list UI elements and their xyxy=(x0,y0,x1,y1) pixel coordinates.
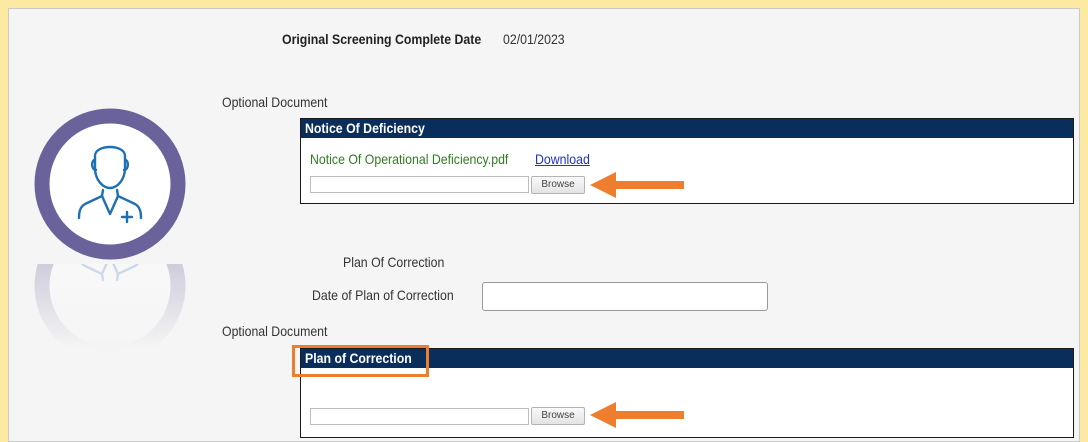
notice-of-deficiency-box: Notice Of Deficiency Notice Of Operation… xyxy=(300,118,1074,204)
notice-of-deficiency-header: Notice Of Deficiency xyxy=(301,119,1073,138)
download-link[interactable]: Download xyxy=(535,151,590,167)
screening-date-label: Original Screening Complete Date xyxy=(282,31,482,47)
notice-file-input[interactable] xyxy=(310,176,529,193)
optional-document-label-2: Optional Document xyxy=(222,323,328,339)
highlight-box xyxy=(292,345,429,377)
optional-document-label: Optional Document xyxy=(222,94,328,110)
form-panel: Original Screening Complete Date 02/01/2… xyxy=(8,8,1080,442)
plan-date-input[interactable] xyxy=(482,282,768,311)
notice-file-name: Notice Of Operational Deficiency.pdf xyxy=(310,151,509,167)
screening-date-value: 02/01/2023 xyxy=(503,31,565,47)
left-arrow-icon xyxy=(590,402,684,428)
plan-of-correction-heading: Plan Of Correction xyxy=(343,254,445,270)
left-arrow-icon xyxy=(590,172,684,198)
plan-file-input[interactable] xyxy=(310,408,529,425)
plan-browse-button[interactable]: Browse xyxy=(531,407,585,425)
notice-browse-button[interactable]: Browse xyxy=(531,176,585,194)
avatar xyxy=(25,108,195,349)
plan-date-label: Date of Plan of Correction xyxy=(312,287,454,303)
